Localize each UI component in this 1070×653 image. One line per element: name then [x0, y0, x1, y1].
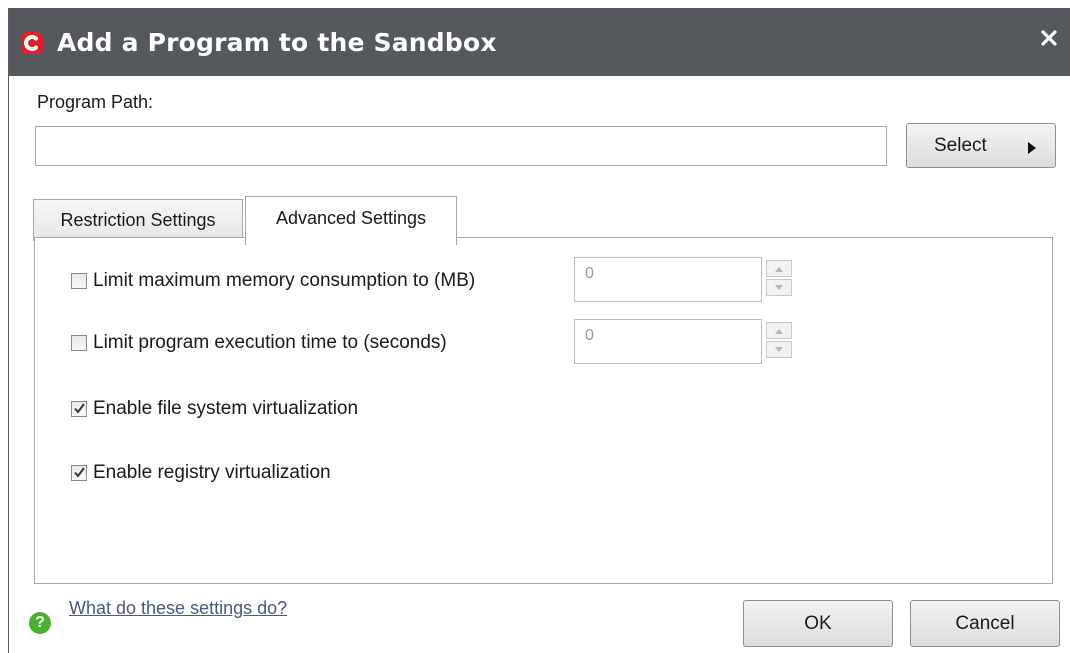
- select-button[interactable]: Select: [906, 123, 1056, 168]
- spin-up-icon[interactable]: [766, 260, 792, 277]
- memory-limit-field[interactable]: 0: [574, 257, 762, 302]
- ok-button[interactable]: OK: [743, 600, 893, 647]
- execution-time-field[interactable]: 0: [574, 319, 762, 364]
- program-path-input[interactable]: [35, 126, 887, 166]
- file-system-virtualization-row: Enable file system virtualization: [71, 398, 358, 420]
- close-icon[interactable]: [1037, 26, 1061, 50]
- memory-limit-row: Limit maximum memory consumption to (MB): [71, 270, 475, 292]
- advanced-settings-panel: Limit maximum memory consumption to (MB)…: [34, 237, 1053, 584]
- memory-limit-checkbox[interactable]: [71, 273, 87, 289]
- help-icon: ?: [29, 612, 51, 634]
- execution-time-label: Limit program execution time to (seconds…: [93, 332, 447, 353]
- help-link[interactable]: What do these settings do?: [69, 598, 287, 619]
- comodo-logo-icon: [21, 32, 43, 54]
- checkmark-icon: [74, 467, 85, 478]
- cancel-button-label: Cancel: [955, 612, 1015, 634]
- registry-virtualization-row: Enable registry virtualization: [71, 462, 331, 484]
- execution-time-spinner[interactable]: [766, 322, 794, 362]
- program-path-label: Program Path:: [37, 92, 154, 112]
- cancel-button[interactable]: Cancel: [910, 600, 1060, 647]
- execution-time-row: Limit program execution time to (seconds…: [71, 332, 447, 354]
- registry-virtualization-label: Enable registry virtualization: [93, 462, 331, 483]
- registry-virtualization-checkbox[interactable]: [71, 465, 87, 481]
- spin-down-icon[interactable]: [766, 341, 792, 358]
- tab-label: Restriction Settings: [60, 210, 216, 230]
- tab-restriction-settings[interactable]: Restriction Settings: [33, 199, 243, 241]
- title-bar[interactable]: Add a Program to the Sandbox: [9, 8, 1070, 76]
- spin-down-icon[interactable]: [766, 279, 792, 296]
- memory-limit-label: Limit maximum memory consumption to (MB): [93, 270, 476, 291]
- memory-limit-spinner[interactable]: [766, 260, 794, 300]
- tab-advanced-settings[interactable]: Advanced Settings: [245, 196, 457, 245]
- tab-label: Advanced Settings: [275, 207, 427, 228]
- file-system-virtualization-label: Enable file system virtualization: [93, 398, 359, 419]
- ok-button-label: OK: [804, 612, 832, 634]
- chevron-right-icon: [1027, 139, 1037, 161]
- select-button-label: Select: [934, 134, 987, 156]
- checkmark-icon: [74, 403, 85, 414]
- execution-time-checkbox[interactable]: [71, 335, 87, 351]
- file-system-virtualization-checkbox[interactable]: [71, 401, 87, 417]
- window-title: Add a Program to the Sandbox: [57, 28, 497, 57]
- spin-up-icon[interactable]: [766, 322, 792, 339]
- dialog-window: Add a Program to the Sandbox Program Pat…: [8, 8, 1070, 653]
